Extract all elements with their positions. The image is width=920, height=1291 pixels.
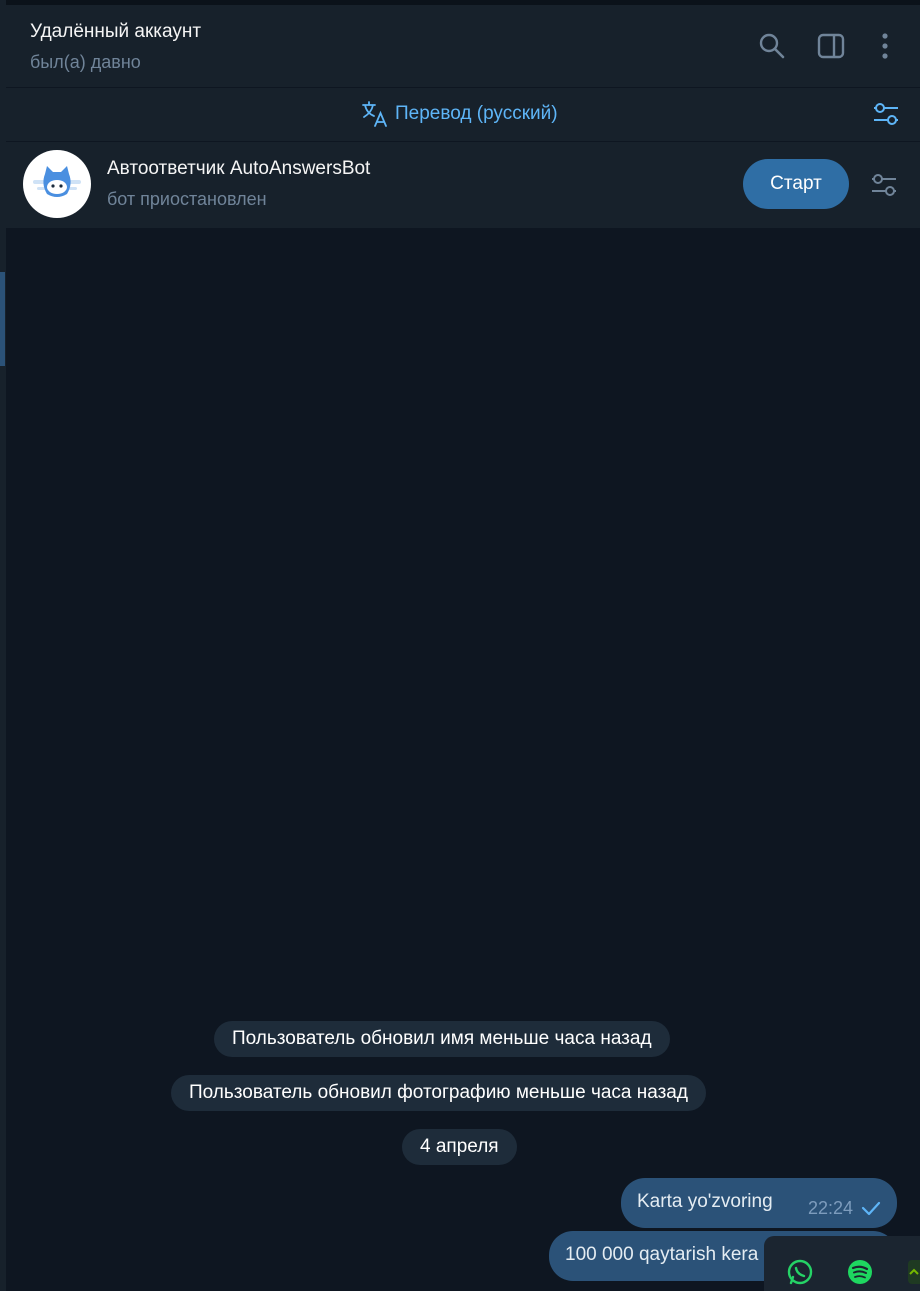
spotify-icon[interactable] xyxy=(846,1258,874,1286)
service-message: Пользователь обновил имя меньше часа наз… xyxy=(214,1021,670,1057)
outgoing-message[interactable]: Karta yo'zvoring 22:24 xyxy=(621,1178,897,1228)
bot-status: бот приостановлен xyxy=(107,189,267,209)
message-time: 22:24 xyxy=(807,1198,853,1218)
whatsapp-icon[interactable] xyxy=(786,1258,814,1286)
chat-status: был(а) давно xyxy=(30,52,141,72)
message-text: Karta yo'zvoring xyxy=(637,1191,773,1212)
bot-banner: Автоответчик AutoAnswersBot бот приостан… xyxy=(6,142,920,228)
sliders-icon[interactable] xyxy=(870,171,898,199)
more-vertical-icon[interactable] xyxy=(870,31,900,61)
check-icon xyxy=(861,1201,881,1216)
chat-header[interactable]: Удалённый аккаунт был(а) давно xyxy=(6,5,920,88)
chat-title[interactable]: Удалённый аккаунт xyxy=(30,21,201,43)
message-text: 100 000 qaytarish kera xyxy=(565,1244,759,1265)
app-dock-overlay xyxy=(764,1236,920,1291)
bot-avatar[interactable] xyxy=(23,150,91,218)
service-message: Пользователь обновил фотографию меньше ч… xyxy=(171,1075,706,1111)
bot-logo-icon xyxy=(33,166,81,197)
app-icon[interactable] xyxy=(908,1258,920,1286)
search-icon[interactable] xyxy=(757,31,787,61)
translate-icon xyxy=(362,101,387,127)
bot-name: Автоответчик AutoAnswersBot xyxy=(107,158,371,179)
left-panel-accent xyxy=(0,272,5,366)
sidebar-toggle-icon[interactable] xyxy=(816,31,846,61)
translate-label: Перевод (русский) xyxy=(395,103,558,124)
translate-button[interactable]: Перевод (русский) xyxy=(361,100,558,128)
date-separator: 4 апреля xyxy=(402,1129,517,1165)
translate-bar: Перевод (русский) xyxy=(6,88,920,142)
sliders-icon[interactable] xyxy=(872,100,900,128)
start-button[interactable]: Старт xyxy=(743,159,849,209)
